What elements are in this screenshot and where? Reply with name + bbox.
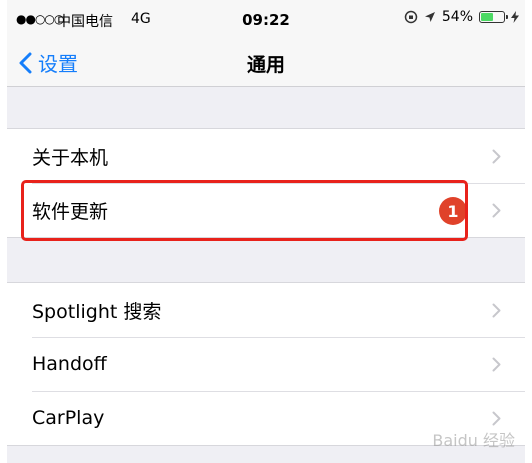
row-label: CarPlay: [32, 407, 105, 429]
chevron-right-icon: [492, 357, 501, 372]
page-title: 通用: [246, 54, 285, 76]
row-label: 关于本机: [32, 146, 109, 169]
row-label: Spotlight 搜索: [32, 300, 162, 323]
rotation-lock-icon: [404, 10, 418, 24]
phone-screen: ●●○○○ 中国电信 4G 09:22 54% 设置 通用 关于本机 软件更新 …: [7, 0, 525, 463]
navigation-bar: 设置 通用: [7, 38, 525, 87]
chevron-right-icon: [492, 411, 501, 426]
status-bar: ●●○○○ 中国电信 4G 09:22 54%: [7, 0, 525, 38]
settings-group-2: Spotlight 搜索 Handoff CarPlay: [7, 282, 525, 446]
status-right: 54%: [404, 9, 519, 25]
location-arrow-icon: [424, 12, 435, 22]
row-about[interactable]: 关于本机: [7, 129, 525, 183]
battery-percentage: 54%: [441, 9, 473, 25]
row-spotlight-search[interactable]: Spotlight 搜索: [7, 283, 525, 337]
row-software-update[interactable]: 软件更新 1: [7, 183, 525, 237]
settings-group-1: 关于本机 软件更新 1: [7, 128, 525, 238]
watermark: Baidu 经验: [432, 431, 515, 450]
chevron-right-icon: [492, 149, 501, 164]
battery-icon: [479, 11, 508, 23]
row-label: Handoff: [32, 353, 107, 375]
row-handoff[interactable]: Handoff: [7, 337, 525, 391]
chevron-right-icon: [492, 303, 501, 318]
chevron-right-icon: [492, 203, 501, 218]
notification-badge: 1: [439, 197, 467, 225]
battery-fill: [481, 13, 493, 21]
charging-bolt-icon: [511, 11, 519, 23]
